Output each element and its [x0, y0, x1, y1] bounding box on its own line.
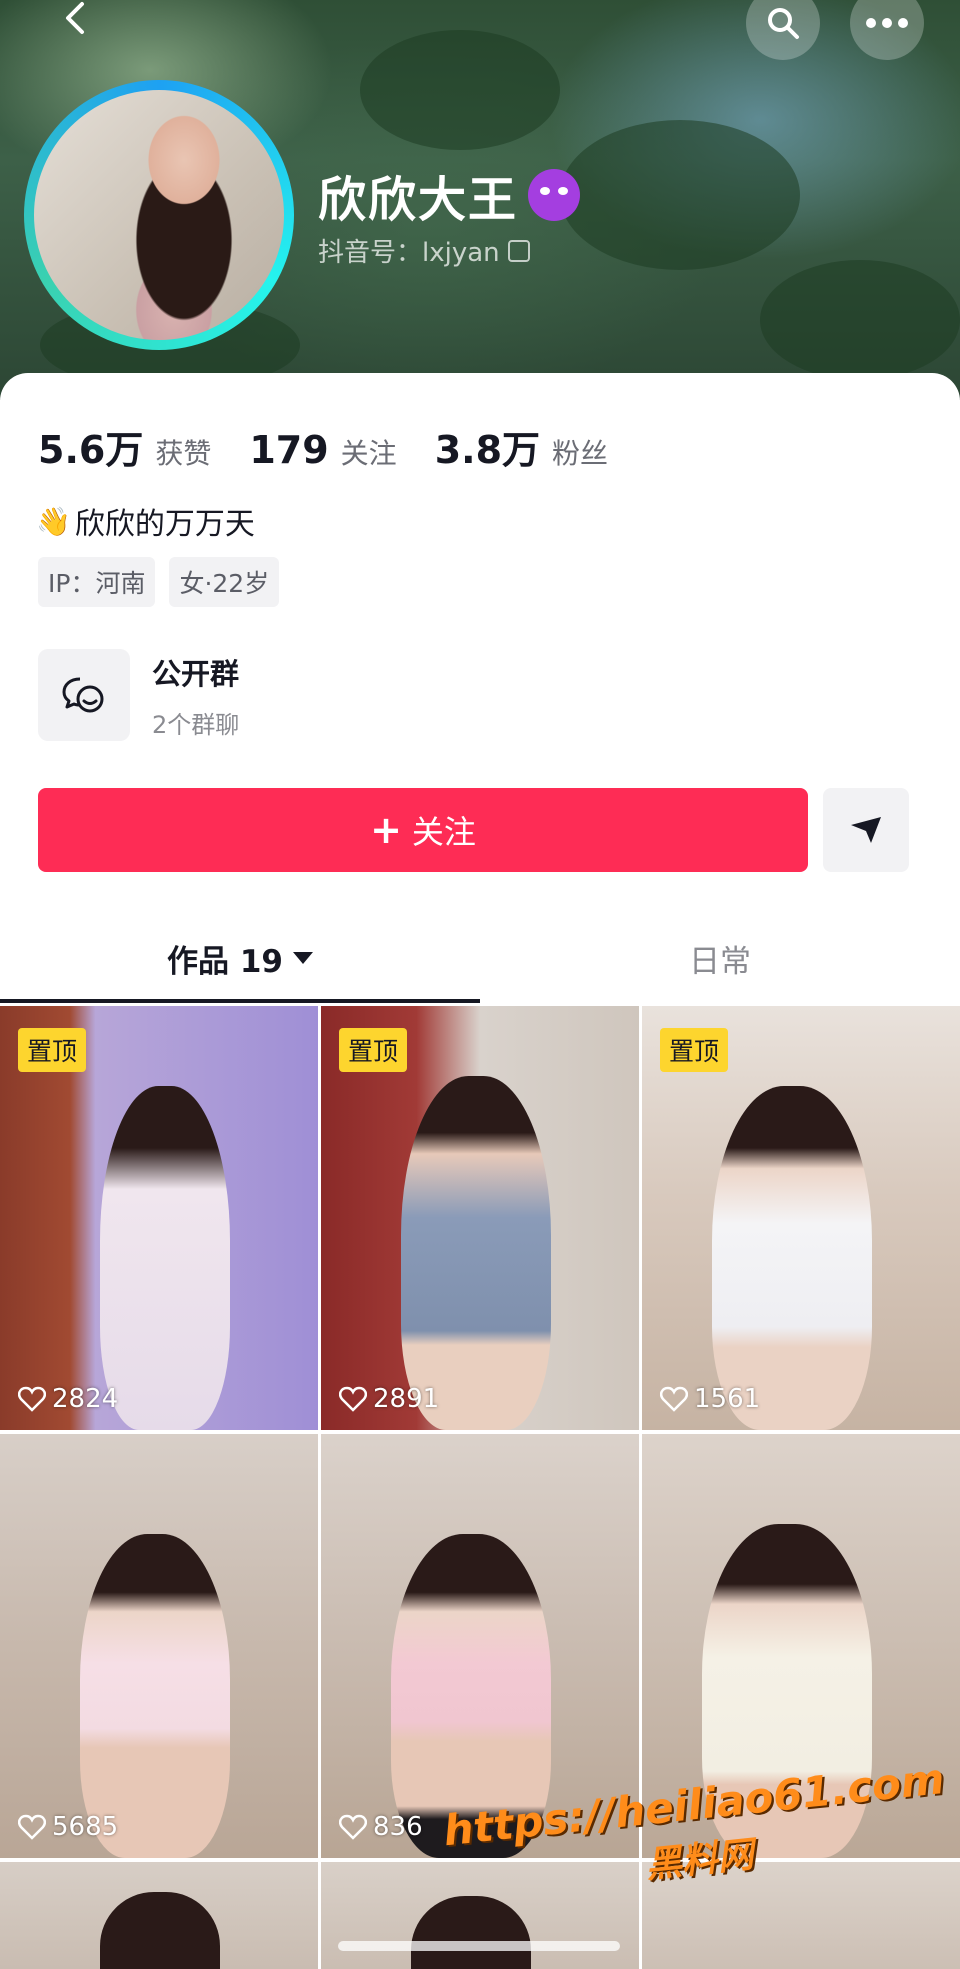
tab-daily[interactable]: 日常 — [480, 913, 960, 1003]
likes-label: 获赞 — [155, 437, 212, 470]
pinned-badge: 置顶 — [660, 1028, 729, 1072]
group-title: 公开群 — [152, 656, 240, 691]
heart-icon — [18, 1814, 46, 1840]
followers-label: 粉丝 — [552, 437, 609, 470]
public-group-entry[interactable]: 公开群 2个群聊 — [38, 649, 239, 741]
profile-header-background: 欣欣大王 抖音号：lxjyan — [0, 0, 960, 400]
like-count: 2891 — [339, 1384, 439, 1414]
avatar[interactable] — [34, 90, 284, 340]
avatar-ring[interactable] — [24, 80, 294, 350]
follow-label: 关注 — [411, 813, 476, 851]
foliage — [360, 30, 560, 150]
follow-button[interactable]: + 关注 — [38, 788, 808, 872]
share-button[interactable] — [823, 788, 909, 872]
waving-hand-icon: 👋 — [36, 504, 71, 538]
like-count-value: 1561 — [694, 1384, 761, 1414]
more-icon — [866, 18, 908, 28]
video-thumbnail — [100, 1086, 230, 1430]
bio: 👋 欣欣的万万天 — [36, 499, 255, 543]
profile-name-row: 欣欣大王 — [318, 160, 581, 230]
tab-works-label: 作品 19 — [167, 943, 283, 980]
like-count: 5685 — [18, 1812, 118, 1842]
heart-icon — [339, 1386, 367, 1412]
like-count: 2824 — [18, 1384, 118, 1414]
followers-count[interactable]: 3.8万 — [435, 419, 540, 474]
pinned-badge: 置顶 — [18, 1028, 87, 1072]
foliage — [560, 120, 800, 270]
like-count-value: 2824 — [52, 1384, 119, 1414]
devil-emoji-icon — [528, 169, 581, 221]
group-chat-icon — [62, 677, 104, 713]
stats-row: 5.6万 获赞 179 关注 3.8万 粉丝 — [38, 419, 646, 474]
like-count-value: 836 — [373, 1812, 423, 1842]
likes-count[interactable]: 5.6万 — [38, 419, 143, 474]
video-thumbnail — [401, 1076, 551, 1430]
tab-daily-label: 日常 — [689, 943, 751, 980]
search-button[interactable] — [746, 0, 820, 60]
plus-icon: + — [370, 808, 402, 852]
video-tile[interactable] — [0, 1862, 318, 1969]
video-thumbnail — [712, 1086, 872, 1430]
send-icon — [851, 817, 881, 843]
ip-location-tag: IP：河南 — [38, 557, 156, 607]
like-count-value: 5685 — [52, 1812, 119, 1842]
douyin-id: 抖音号：lxjyan — [318, 238, 500, 268]
handle-row[interactable]: 抖音号：lxjyan — [318, 232, 530, 269]
like-count-value: 2891 — [373, 1384, 440, 1414]
caret-down-icon — [292, 952, 313, 964]
group-subtitle: 2个群聊 — [152, 710, 240, 739]
copy-icon[interactable] — [507, 239, 530, 262]
back-icon[interactable] — [56, 0, 96, 40]
more-button[interactable] — [850, 0, 924, 60]
video-tile[interactable]: 置顶 1561 — [642, 1006, 960, 1430]
like-count: 836 — [339, 1812, 423, 1842]
home-indicator[interactable] — [338, 1941, 620, 1951]
following-count[interactable]: 179 — [249, 428, 328, 472]
heart-icon — [18, 1386, 46, 1412]
gender-age-tag: 女·22岁 — [169, 557, 280, 607]
following-label: 关注 — [340, 437, 397, 470]
heart-icon — [339, 1814, 367, 1840]
tab-works[interactable]: 作品 19 — [0, 913, 480, 1003]
search-icon — [768, 8, 799, 39]
pinned-badge: 置顶 — [339, 1028, 408, 1072]
group-text: 公开群 2个群聊 — [152, 651, 239, 740]
like-count: 1561 — [660, 1384, 760, 1414]
video-tile[interactable]: 置顶 2824 — [0, 1006, 318, 1430]
bio-text: 欣欣的万万天 — [74, 507, 255, 542]
video-thumbnail — [100, 1892, 220, 1969]
video-tile[interactable]: 置顶 2891 — [321, 1006, 639, 1430]
active-tab-indicator — [0, 999, 480, 1003]
heart-icon — [660, 1386, 688, 1412]
video-tile[interactable]: 5685 — [0, 1434, 318, 1858]
tag-list: IP：河南 女·22岁 — [38, 557, 293, 607]
group-chat-icon-box — [38, 649, 130, 741]
profile-name: 欣欣大王 — [318, 172, 519, 228]
video-thumbnail — [80, 1534, 230, 1858]
content-tabs: 作品 19 日常 — [0, 913, 960, 1003]
foliage — [760, 260, 960, 380]
